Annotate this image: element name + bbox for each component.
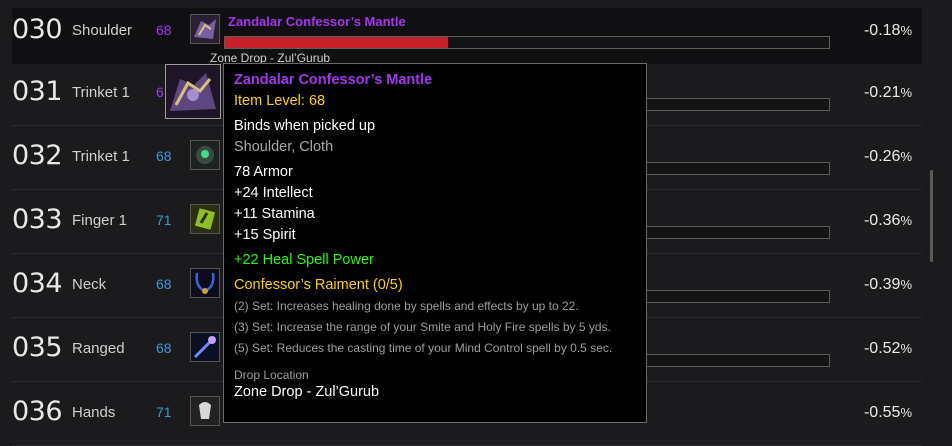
percent-unit: % xyxy=(900,23,912,38)
rank-number: 033 xyxy=(12,204,63,235)
wand-icon[interactable] xyxy=(190,332,220,362)
ring-icon[interactable] xyxy=(190,204,220,234)
score-bar-fill xyxy=(225,37,449,48)
slot-label: Trinket 1 xyxy=(72,84,130,101)
slot-label: Trinket 1 xyxy=(72,148,130,165)
tooltip-set-bonus: (5) Set: Reduces the casting time of you… xyxy=(234,341,613,355)
tooltip-set-name: Confessor’s Raiment (0/5) xyxy=(234,277,403,293)
percent-value: -0.55% xyxy=(864,404,912,422)
percent-unit: % xyxy=(900,85,912,100)
tooltip-binds: Binds when picked up xyxy=(234,118,376,134)
percent-number: -0.21 xyxy=(863,84,901,101)
percent-value: -0.26% xyxy=(864,148,912,166)
percent-unit: % xyxy=(900,149,912,164)
tooltip-stat: +24 Intellect xyxy=(234,185,313,201)
tooltip-set-bonus: (3) Set: Increase the range of your Smit… xyxy=(234,320,611,334)
tooltip-armor: 78 Armor xyxy=(234,164,293,180)
percent-number: -0.39 xyxy=(863,276,901,293)
rank-number: 031 xyxy=(12,76,63,107)
percent-value: -0.36% xyxy=(864,212,912,230)
slot-label: Neck xyxy=(72,276,107,293)
rank-number: 034 xyxy=(12,268,63,299)
slot-label: Shoulder xyxy=(72,22,133,39)
percent-unit: % xyxy=(900,213,912,228)
tooltip-shoulder-icon xyxy=(165,64,221,119)
item-tooltip: Zandalar Confessor’s Mantle Item Level: … xyxy=(223,63,647,423)
percent-value: -0.21% xyxy=(864,84,912,102)
top-strip xyxy=(0,0,952,6)
tooltip-set-bonus: (2) Set: Increases healing done by spell… xyxy=(234,299,579,313)
slot-label: Finger 1 xyxy=(72,212,128,229)
trinket-icon[interactable] xyxy=(190,140,220,170)
percent-number: -0.36 xyxy=(863,212,901,229)
item-level: 68 xyxy=(156,148,172,164)
percent-value: -0.39% xyxy=(864,276,912,294)
percent-number: -0.18 xyxy=(863,22,901,39)
gloves-icon[interactable] xyxy=(190,396,220,426)
item-level: 68 xyxy=(156,276,172,292)
item-level: 71 xyxy=(156,404,172,420)
tooltip-item-name: Zandalar Confessor’s Mantle xyxy=(234,72,433,88)
item-level: 6 xyxy=(156,84,164,100)
item-level: 68 xyxy=(156,340,172,356)
percent-value: -0.52% xyxy=(864,340,912,358)
necklace-icon[interactable] xyxy=(190,268,220,298)
slot-label: Ranged xyxy=(72,340,125,357)
tooltip-bonus: +22 Heal Spell Power xyxy=(234,252,374,268)
scrollbar[interactable] xyxy=(930,170,933,262)
percent-value: -0.18% xyxy=(864,22,912,40)
percent-unit: % xyxy=(900,341,912,356)
rank-number: 036 xyxy=(12,396,63,427)
tooltip-stat: +11 Stamina xyxy=(234,206,315,222)
rank-number: 032 xyxy=(12,140,63,171)
table-row[interactable]: 030 Shoulder 68 Zandalar Confessor’s Man… xyxy=(12,8,922,65)
percent-number: -0.26 xyxy=(863,148,901,165)
tooltip-stat: +15 Spirit xyxy=(234,227,296,243)
tooltip-type: Shoulder, Cloth xyxy=(234,139,334,155)
shoulder-icon[interactable] xyxy=(190,14,220,44)
tooltip-drop-value: Zone Drop - Zul’Gurub xyxy=(234,384,380,400)
percent-number: -0.52 xyxy=(863,340,901,357)
item-name[interactable]: Zandalar Confessor’s Mantle xyxy=(228,14,406,29)
rank-number: 030 xyxy=(12,14,63,45)
score-bar xyxy=(224,36,830,49)
rank-number: 035 xyxy=(12,332,63,363)
percent-unit: % xyxy=(900,277,912,292)
item-level: 68 xyxy=(156,22,172,38)
tooltip-item-level: Item Level: 68 xyxy=(234,93,326,109)
item-level: 71 xyxy=(156,212,172,228)
